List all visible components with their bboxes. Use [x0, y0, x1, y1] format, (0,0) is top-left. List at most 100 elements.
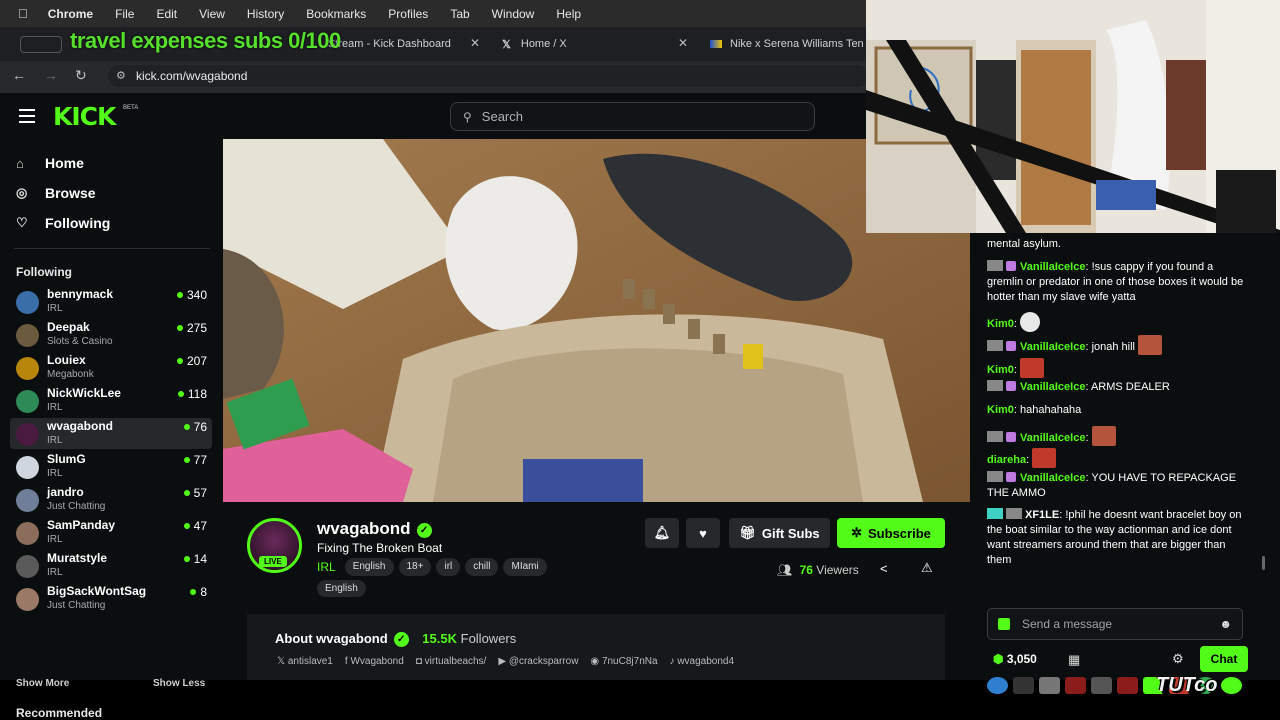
emote-icon[interactable]	[1065, 677, 1086, 694]
gift-subs-button[interactable]: 🎁︎ Gift Subs	[729, 518, 830, 548]
followers-count: 15.5K	[422, 631, 457, 646]
social-instagram[interactable]: ◘ virtualbeachs/	[416, 656, 487, 667]
viewer-number: 76	[799, 563, 813, 577]
chat-scrollbar[interactable]	[1262, 556, 1265, 570]
close-tab-icon[interactable]: ✕	[678, 36, 688, 50]
social-x[interactable]: 𝕏 antislave1	[277, 656, 333, 667]
forward-icon[interactable]: →	[44, 67, 58, 83]
menu-bookmarks[interactable]: Bookmarks	[306, 7, 366, 21]
tag[interactable]: 18+	[398, 558, 432, 576]
menu-tab[interactable]: Tab	[450, 7, 469, 21]
store-icon[interactable]: ▦	[1068, 652, 1080, 668]
chat-send-button[interactable]: Chat	[1200, 646, 1248, 672]
emote-icon[interactable]	[1221, 677, 1242, 694]
category-link[interactable]: IRL	[317, 558, 336, 576]
channel-name[interactable]: wvagabond ✓	[317, 519, 432, 539]
chat-username[interactable]: VanillaIceIce	[1020, 381, 1085, 393]
following-heading: Following	[16, 265, 72, 279]
menu-help[interactable]: Help	[556, 7, 581, 21]
emote-icon[interactable]	[1013, 677, 1034, 694]
share-icon[interactable]: <	[880, 561, 888, 576]
settings-icon[interactable]: ⚙	[1172, 651, 1184, 667]
show-more-button[interactable]: Show More	[16, 678, 69, 689]
followed-channel[interactable]: SamPanday IRL 47	[10, 517, 212, 548]
notification-bell-button[interactable]: 🔔︎	[645, 518, 679, 548]
emote-icon[interactable]	[1091, 677, 1112, 694]
channel-avatar	[16, 588, 39, 611]
url-field[interactable]: ⚙ kick.com/wvagabond	[108, 65, 868, 87]
chat-username[interactable]: VanillaIceIce	[1020, 341, 1085, 353]
tag[interactable]: irl	[436, 558, 461, 576]
emote-icon[interactable]	[1117, 677, 1138, 694]
followed-channel[interactable]: bennymack IRL 340	[10, 286, 212, 317]
viewer-count: 14	[193, 552, 207, 566]
viewer-count: 8	[200, 585, 207, 599]
gift-icon[interactable]	[998, 618, 1010, 630]
chat-text: mental asylum.	[987, 238, 1061, 250]
menu-history[interactable]: History	[247, 7, 284, 21]
menu-window[interactable]: Window	[492, 7, 535, 21]
menu-icon[interactable]	[19, 109, 35, 127]
chat-username[interactable]: diareha	[987, 454, 1026, 466]
video-player[interactable]	[223, 139, 970, 502]
subscribe-button[interactable]: ✲ Subscribe	[837, 518, 945, 548]
beta-badge: BETA	[123, 105, 139, 111]
kick-logo[interactable]: KICK	[53, 102, 116, 131]
chat-username[interactable]: Kim0	[987, 364, 1014, 376]
channel-category: IRL	[47, 534, 63, 545]
menu-view[interactable]: View	[199, 7, 225, 21]
followed-channel[interactable]: Louiex Megabonk 207	[10, 352, 212, 383]
menu-file[interactable]: File	[115, 7, 134, 21]
back-icon[interactable]: ←	[12, 67, 26, 83]
followed-channel[interactable]: wvagabond IRL 76	[10, 418, 212, 449]
site-info-icon[interactable]: ⚙	[116, 65, 126, 87]
chat-username[interactable]: VanillaIceIce	[1020, 261, 1085, 273]
channel-name: bennymack	[47, 287, 114, 301]
tag[interactable]: English	[344, 558, 394, 576]
channel-points[interactable]: ⬢ 3,050	[993, 652, 1037, 666]
webcam-image	[866, 0, 1280, 233]
followed-channel[interactable]: BigSackWontSag Just Chatting 8	[10, 583, 212, 614]
show-less-button[interactable]: Show Less	[153, 678, 205, 689]
emote-icon[interactable]	[1039, 677, 1060, 694]
social-discord[interactable]: ◉ 7nuC8j7nNa	[590, 656, 657, 667]
tab-nike[interactable]: Nike x Serena Williams Ten	[710, 31, 870, 57]
followed-channel[interactable]: Muratstyle IRL 14	[10, 550, 212, 581]
followed-channel[interactable]: Deepak Slots & Casino 275	[10, 319, 212, 350]
live-dot-icon	[183, 556, 190, 562]
apple-icon[interactable]: 	[18, 6, 28, 21]
chat-username[interactable]: XF1LE	[1025, 509, 1059, 521]
nav-home[interactable]: ⌂ Home	[16, 155, 84, 171]
tab-home-x[interactable]: 𝕏 Home / X ✕	[502, 31, 696, 57]
social-youtube[interactable]: ▶ @cracksparrow	[498, 656, 578, 667]
social-tiktok[interactable]: ♪ wvagabond4	[670, 656, 735, 667]
search-input[interactable]: ⚲ Search	[450, 102, 815, 131]
emoji-icon[interactable]: ☻	[1219, 617, 1232, 631]
menu-profiles[interactable]: Profiles	[388, 7, 428, 21]
nav-browse[interactable]: ◎ Browse	[16, 185, 96, 201]
menu-app-name[interactable]: Chrome	[48, 7, 93, 21]
channel-name: jandro	[47, 485, 84, 499]
tag[interactable]: MIami	[503, 558, 547, 576]
reload-icon[interactable]: ↻	[75, 67, 87, 84]
chat-username[interactable]: Kim0	[987, 404, 1014, 416]
follow-button[interactable]: ♥	[686, 518, 720, 548]
close-tab-icon[interactable]: ✕	[470, 36, 480, 50]
followed-channel[interactable]: jandro Just Chatting 57	[10, 484, 212, 515]
followed-channel[interactable]: NickWickLee IRL 118	[10, 385, 212, 416]
menu-edit[interactable]: Edit	[156, 7, 177, 21]
viewer-count: 340	[186, 288, 207, 302]
social-facebook[interactable]: f Wvagabond	[345, 656, 404, 667]
about-panel: About wvagabond ✓ 15.5K Followers 𝕏 antis…	[247, 614, 945, 680]
chat-username[interactable]: VanillaIceIce	[1020, 432, 1085, 444]
tab-group-icon[interactable]	[20, 36, 62, 53]
report-icon[interactable]: ⚠	[921, 560, 933, 576]
chat-username[interactable]: VanillaIceIce	[1020, 472, 1085, 484]
chat-username[interactable]: Kim0	[987, 318, 1014, 330]
nav-following[interactable]: ♡ Following	[16, 215, 110, 231]
chat-input[interactable]: Send a message ☻	[987, 608, 1243, 640]
emote-icon[interactable]	[987, 677, 1008, 694]
tag[interactable]: chill	[465, 558, 499, 576]
followed-channel[interactable]: SlumG IRL 77	[10, 451, 212, 482]
tag[interactable]: English	[317, 580, 366, 597]
